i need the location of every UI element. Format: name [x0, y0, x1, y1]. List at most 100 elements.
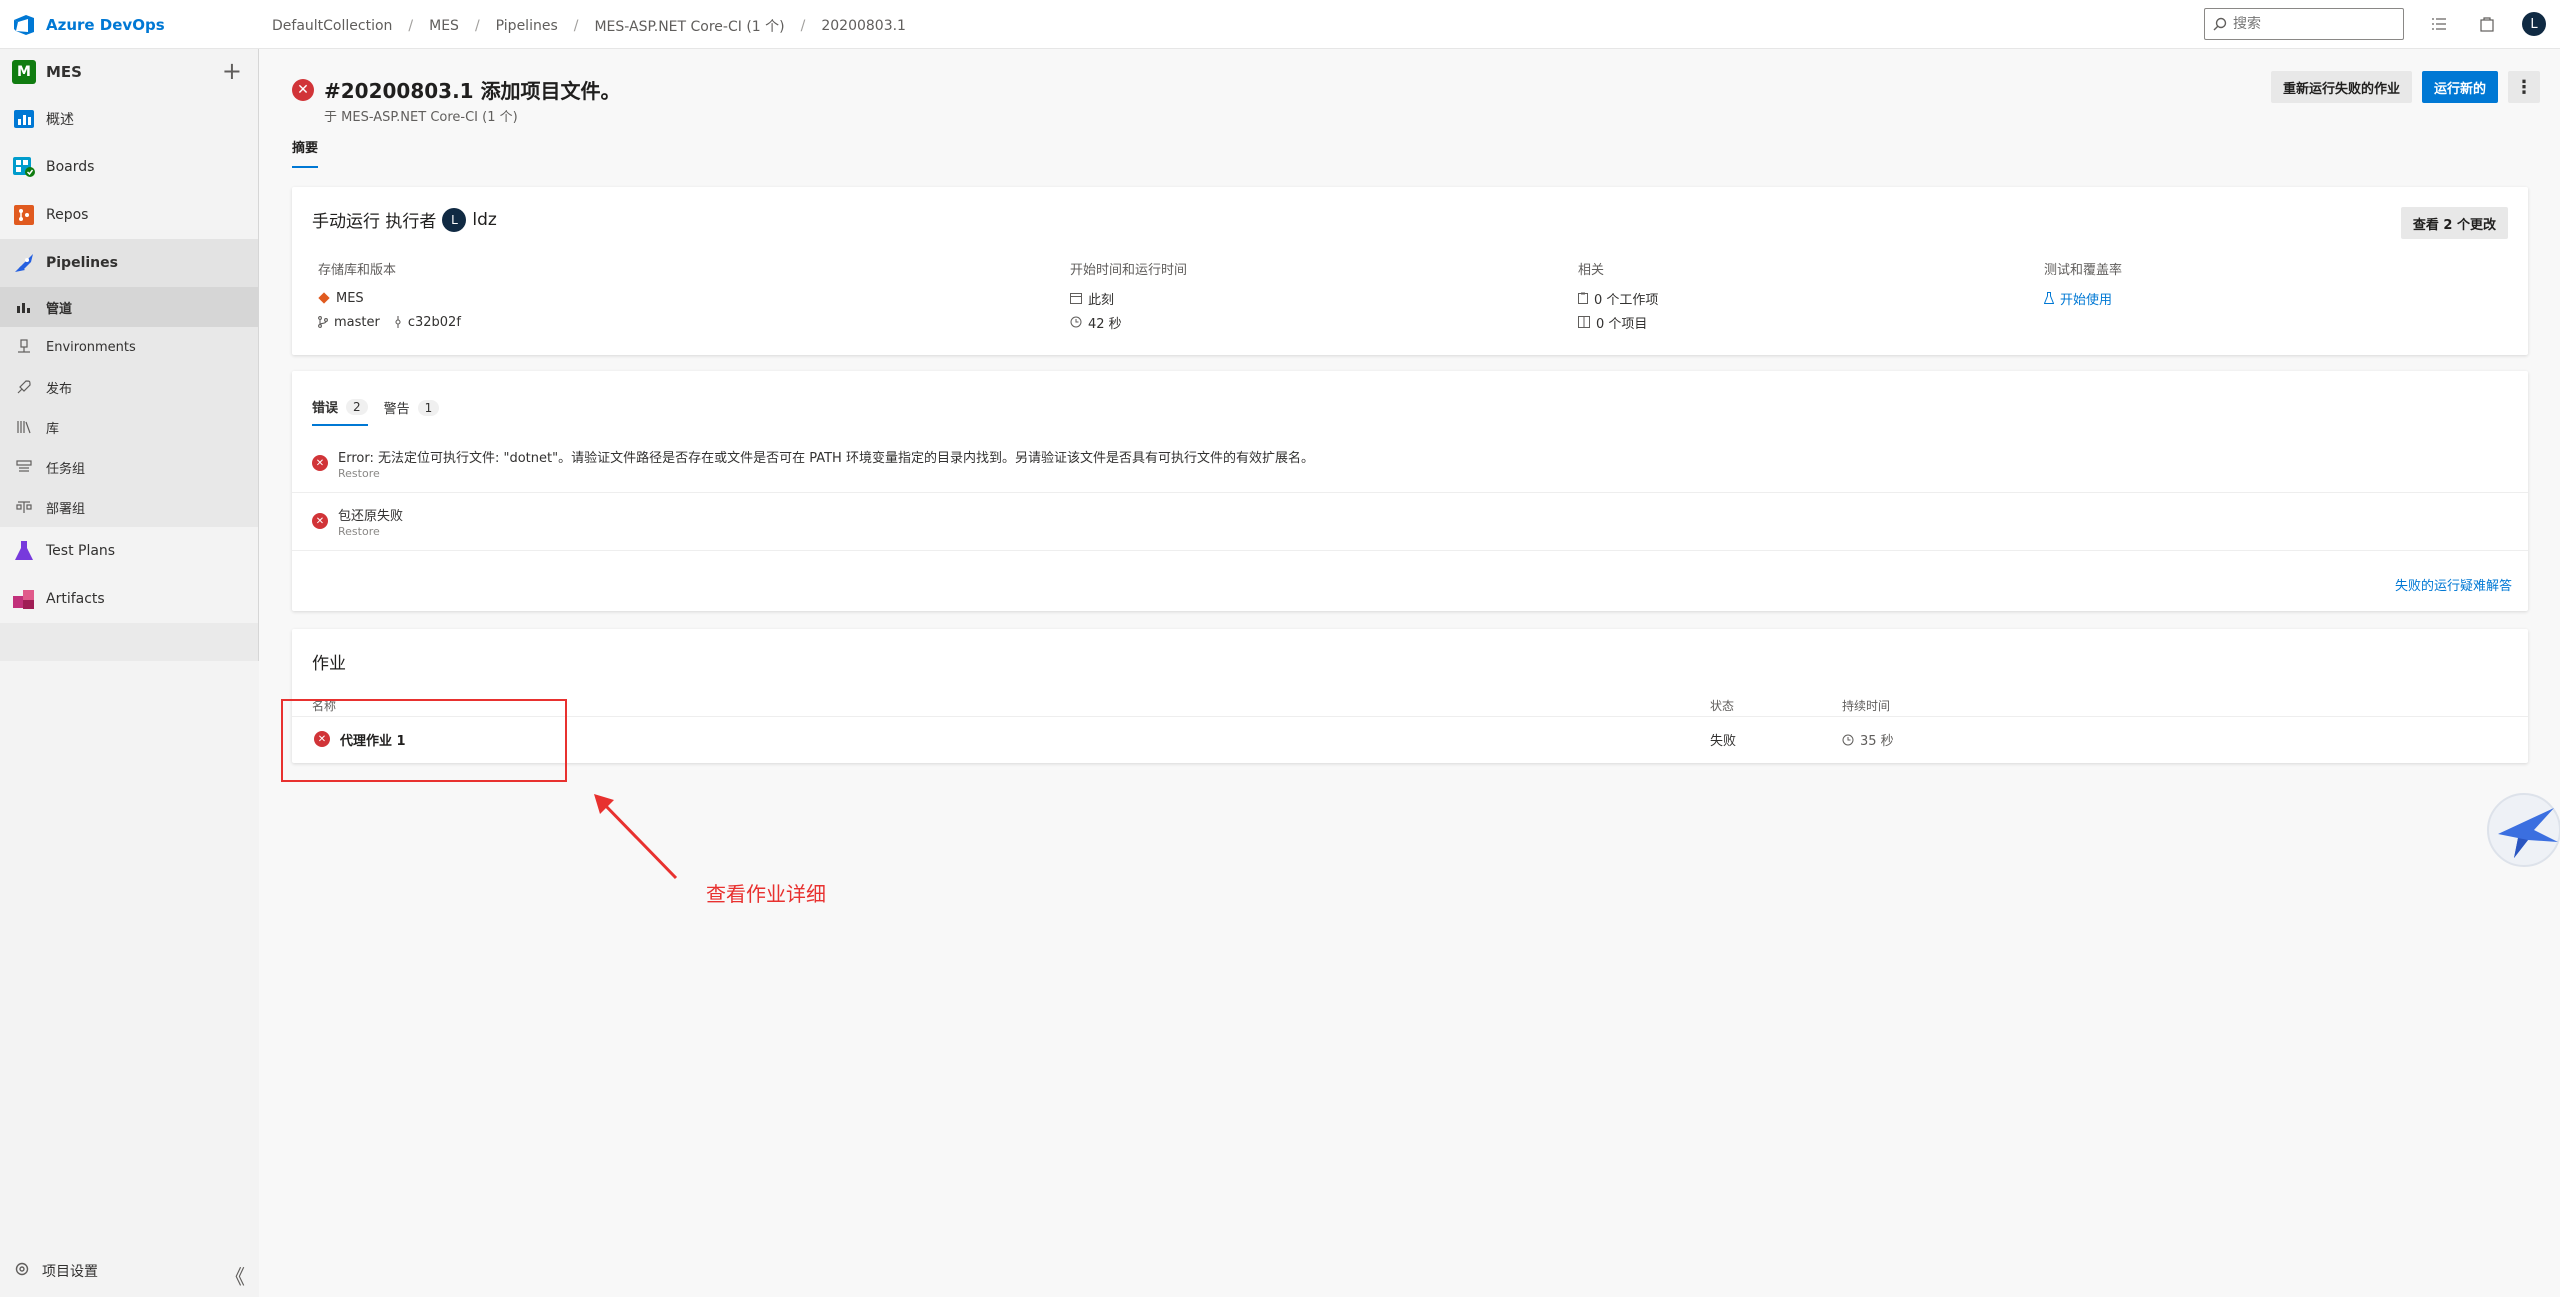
list-item[interactable]: ✕ 包还原失败 Restore [292, 493, 2528, 551]
breadcrumb-pipelines[interactable]: Pipelines [496, 18, 558, 34]
error-message: 包还原失败 [338, 509, 404, 524]
search-box[interactable] [2204, 8, 2404, 40]
sidebar-item-pipelines[interactable]: Pipelines [0, 239, 258, 287]
collapse-sidebar-icon[interactable]: 《 [225, 1261, 245, 1290]
clipboard-icon [1578, 292, 1588, 304]
branch-name[interactable]: master [334, 315, 380, 330]
error-source: Restore [338, 525, 380, 538]
trigger-text: 手动运行 执行者 [312, 212, 437, 232]
flask-icon [2044, 292, 2054, 304]
tab-errors-label: 错误 [312, 401, 339, 416]
run-tabs: 摘要 [292, 137, 319, 168]
clock-icon [1070, 316, 1082, 328]
sidebar-item-pipelines-list[interactable]: 管道 [0, 287, 258, 327]
job-duration: 35 秒 [1842, 730, 1894, 749]
work-items-link[interactable]: 0 个工作项 [1578, 286, 1658, 310]
breadcrumb-pipeline[interactable]: MES-ASP.NET Core-CI (1 个) [594, 16, 784, 36]
sidebar-item-label: Test Plans [46, 543, 116, 559]
troubleshoot-link[interactable]: 失败的运行疑难解答 [2395, 575, 2512, 594]
search-input[interactable] [2233, 16, 2393, 32]
sidebar-item-artifacts[interactable]: Artifacts [0, 575, 258, 623]
sidebar-item-library[interactable]: 库 [0, 407, 258, 447]
marketplace-bag-icon[interactable] [2476, 13, 2498, 35]
failed-status-icon: ✕ [292, 79, 314, 101]
sidebar-item-releases[interactable]: 发布 [0, 367, 258, 407]
list-item[interactable]: ✕ Error: 无法定位可执行文件: "dotnet"。请验证文件路径是否存在… [292, 435, 2528, 493]
jobs-title: 作业 [312, 654, 346, 674]
commit-id[interactable]: c32b02f [408, 315, 461, 330]
sidebar-item-label: Boards [46, 159, 95, 175]
more-actions-icon[interactable]: ⋮ [2508, 71, 2540, 103]
sidebar-item-overview[interactable]: 概述 [0, 95, 258, 143]
project-header[interactable]: M MES + [0, 49, 258, 95]
tests-link-label: 开始使用 [2060, 292, 2113, 308]
breadcrumb-collection[interactable]: DefaultCollection [272, 18, 392, 34]
summary-card: 手动运行 执行者 L ldz 查看 2 个更改 存储库和版本 MES maste… [292, 187, 2528, 355]
user-avatar[interactable]: L [2522, 12, 2546, 36]
artifacts-icon [12, 587, 36, 611]
table-row[interactable]: ✕ 代理作业 1 失败 35 秒 [292, 718, 2528, 760]
artifact-icon [1578, 316, 1590, 328]
related-column: 相关 0 个工作项 0 个项目 [1578, 259, 1658, 334]
top-bar: Azure DevOps DefaultCollection / MES / P… [0, 0, 2560, 49]
breadcrumb-run[interactable]: 20200803.1 [821, 18, 906, 34]
trigger-user: ldz [472, 209, 497, 230]
sidebar-item-label: 发布 [46, 381, 73, 397]
git-repo-icon [318, 292, 330, 304]
artifacts-value: 0 个项目 [1596, 316, 1648, 332]
tab-warnings[interactable]: 警告 1 [384, 397, 440, 426]
test-plans-icon [12, 539, 36, 563]
rerun-failed-jobs-button[interactable]: 重新运行失败的作业 [2270, 71, 2412, 103]
sidebar-item-label: Environments [46, 339, 136, 355]
project-settings-button[interactable]: 项目设置 《 [0, 1245, 259, 1297]
sidebar-item-task-groups[interactable]: 任务组 [0, 447, 258, 487]
floating-assistant-bird-icon[interactable] [2484, 790, 2560, 870]
breadcrumb-project[interactable]: MES [429, 18, 459, 34]
repos-icon [12, 203, 36, 227]
annotation-text: 查看作业详细 [706, 882, 826, 906]
task-list-icon[interactable] [2428, 13, 2450, 35]
view-changes-button[interactable]: 查看 2 个更改 [2400, 207, 2508, 239]
repo-link[interactable]: MES [318, 286, 461, 310]
sidebar-item-label: 概述 [46, 112, 74, 128]
tests-get-started-link[interactable]: 开始使用 [2044, 286, 2122, 310]
tab-errors[interactable]: 错误 2 [312, 397, 368, 426]
time-label: 开始时间和运行时间 [1070, 263, 1188, 278]
avatar: L [442, 207, 467, 232]
error-message: Error: 无法定位可执行文件: "dotnet"。请验证文件路径是否存在或文… [338, 451, 1314, 466]
issues-tabs: 错误 2 警告 1 [312, 397, 440, 426]
sidebar-item-boards[interactable]: Boards [0, 143, 258, 191]
sidebar: M MES + 概述 Boards Repos Pipelines 管道 Env… [0, 49, 259, 1297]
rocket-icon [14, 377, 34, 397]
repo-column: 存储库和版本 MES master c32b02f [318, 259, 461, 334]
search-icon [2213, 17, 2227, 31]
issues-card: 错误 2 警告 1 ✕ Error: 无法定位可执行文件: "dotnet"。请… [292, 371, 2528, 611]
tab-warnings-label: 警告 [383, 402, 410, 417]
project-settings-label: 项目设置 [42, 1264, 98, 1280]
duration-value: 42 秒 [1088, 316, 1122, 332]
start-time: 此刻 [1070, 286, 1187, 310]
job-duration-value: 35 秒 [1860, 734, 1894, 749]
sidebar-item-test-plans[interactable]: Test Plans [0, 527, 258, 575]
run-duration: 42 秒 [1070, 310, 1187, 334]
environments-icon [14, 337, 34, 357]
column-header-duration: 持续时间 [1842, 699, 1891, 713]
branch-icon [318, 316, 328, 328]
sidebar-item-deployment-groups[interactable]: 部署组 [0, 487, 258, 527]
job-status: 失败 [1710, 734, 1737, 749]
sidebar-item-environments[interactable]: Environments [0, 327, 258, 367]
tab-summary[interactable]: 摘要 [292, 137, 319, 168]
header-actions: 重新运行失败的作业 运行新的 ⋮ [2270, 71, 2540, 103]
add-icon[interactable]: + [222, 59, 242, 83]
repo-name: MES [336, 290, 364, 306]
artifacts-link[interactable]: 0 个项目 [1578, 310, 1658, 334]
boards-icon [12, 155, 36, 179]
commit-icon [395, 316, 401, 328]
sidebar-item-repos[interactable]: Repos [0, 191, 258, 239]
brand-link[interactable]: Azure DevOps [12, 14, 165, 36]
tests-column: 测试和覆盖率 开始使用 [2044, 259, 2122, 310]
run-subtitle[interactable]: 于 MES-ASP.NET Core-CI (1 个) [324, 106, 621, 125]
run-new-button[interactable]: 运行新的 [2421, 71, 2498, 103]
breadcrumb-separator: / [474, 18, 480, 34]
start-value: 此刻 [1088, 292, 1115, 308]
